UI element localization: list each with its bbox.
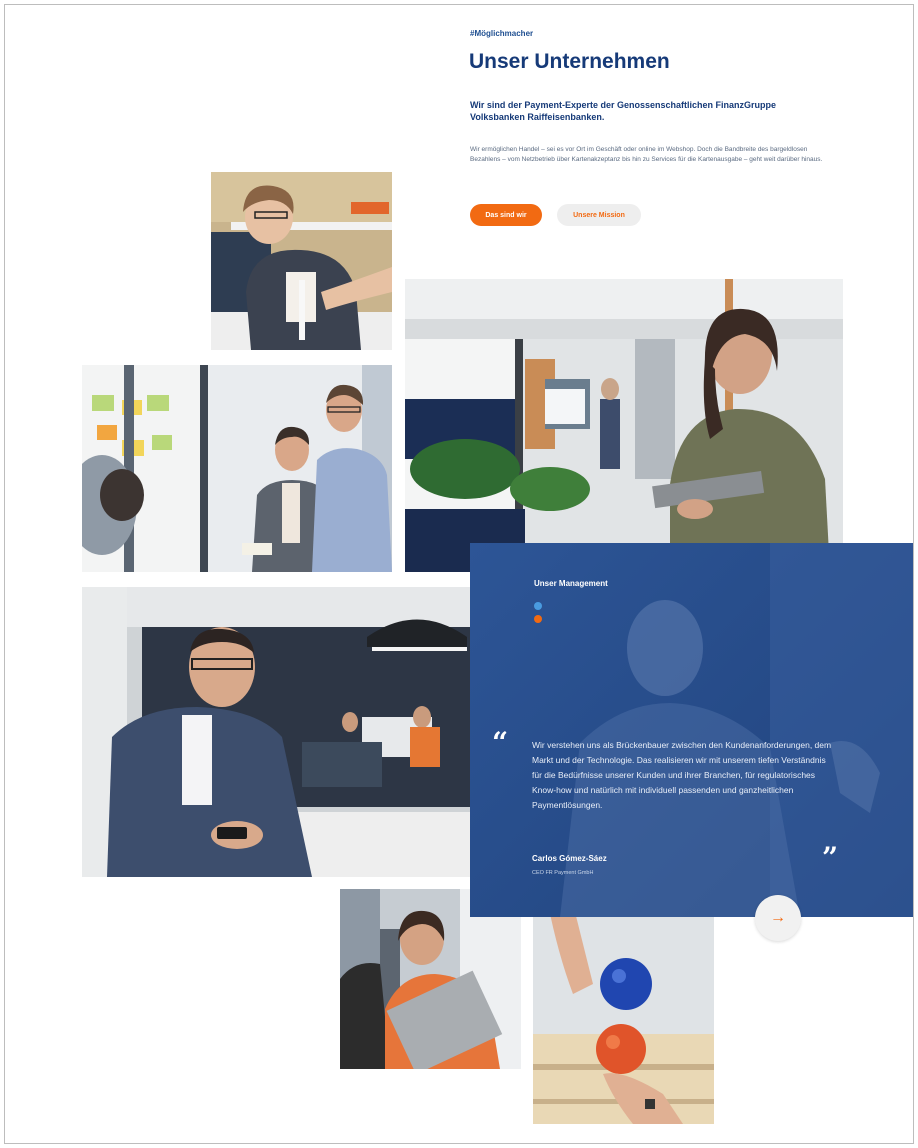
photo-woman-desk — [211, 172, 392, 350]
management-quote: Wir verstehen uns als Brückenbauer zwisc… — [532, 740, 832, 810]
photo-man-phone-lounge — [82, 587, 470, 877]
slider-dot[interactable] — [534, 615, 542, 623]
page-subtitle: Wir sind der Payment-Experte der Genosse… — [470, 100, 776, 122]
quote-close-icon: ” — [822, 841, 839, 874]
das-sind-wir-button[interactable]: Das sind wir — [470, 204, 542, 226]
photo-office-woman-tablet — [405, 279, 843, 572]
eyebrow-tag: #Möglichmacher — [470, 29, 534, 38]
photo-team-whiteboard — [82, 365, 392, 572]
photo-balls — [533, 904, 714, 1124]
quote-open-icon: “ — [492, 726, 509, 759]
management-label: Unser Management — [534, 579, 608, 588]
slider-dot-active[interactable] — [534, 602, 542, 610]
quote-author: Carlos Gómez-Sáez — [532, 854, 607, 863]
page-title: Unser Unternehmen — [469, 50, 670, 73]
quote-author-role: CEO FR Payment GmbH — [532, 870, 594, 876]
next-slide-button[interactable]: → — [755, 895, 801, 941]
management-quote-panel: Unser Management “ Wir verstehen uns als… — [470, 543, 913, 917]
arrow-right-icon: → — [770, 909, 786, 926]
unsere-mission-button[interactable]: Unsere Mission — [557, 204, 641, 226]
intro-text: Wir ermöglichen Handel – sei es vor Ort … — [470, 146, 823, 163]
